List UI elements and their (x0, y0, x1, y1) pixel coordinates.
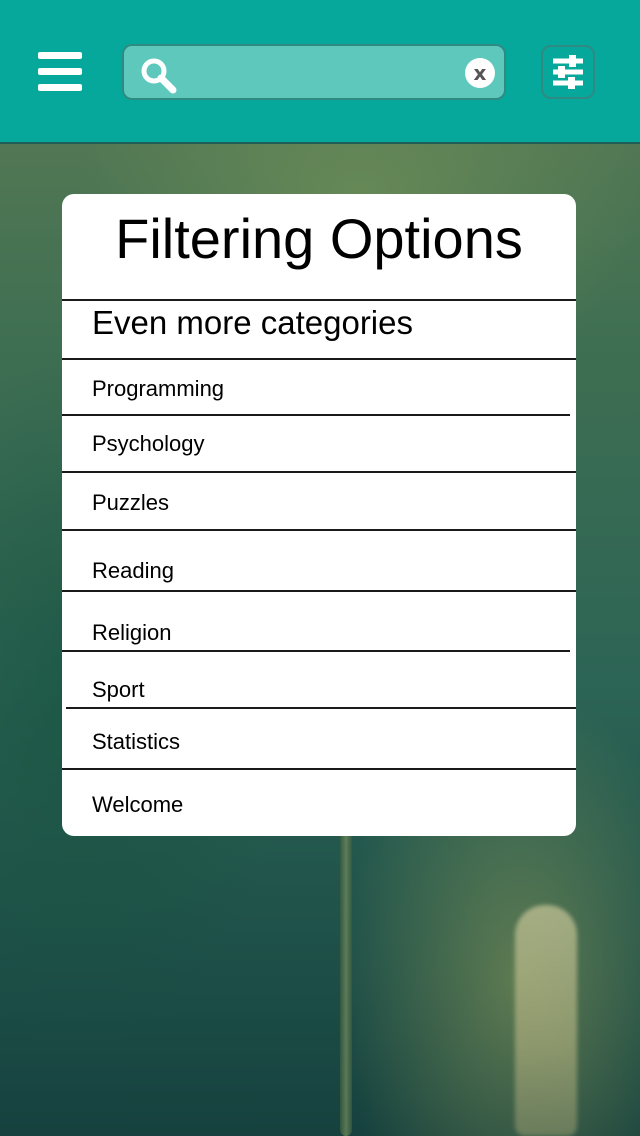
background-grass-seedhead (515, 905, 577, 1136)
clear-search-button[interactable]: x (465, 58, 495, 88)
divider (62, 358, 576, 360)
filtering-options-panel: Filtering Options Even more categories P… (62, 194, 576, 836)
category-item-puzzles[interactable]: Puzzles (92, 490, 169, 516)
divider (62, 768, 576, 770)
menu-button[interactable] (38, 52, 82, 92)
search-bar: x (122, 44, 506, 100)
category-item-reading[interactable]: Reading (92, 558, 174, 584)
divider (62, 529, 576, 531)
search-input[interactable] (186, 54, 460, 92)
search-icon (141, 58, 177, 94)
divider (66, 707, 576, 709)
divider (62, 471, 576, 473)
sliders-icon (553, 55, 583, 89)
category-item-welcome[interactable]: Welcome (92, 792, 183, 818)
filter-settings-button[interactable] (541, 45, 595, 99)
background-grass-stem (340, 830, 352, 1136)
divider (62, 414, 570, 416)
divider (62, 590, 576, 592)
category-item-statistics[interactable]: Statistics (92, 729, 180, 755)
category-item-programming[interactable]: Programming (92, 376, 224, 402)
category-item-psychology[interactable]: Psychology (92, 431, 205, 457)
section-header: Even more categories (92, 304, 413, 341)
divider (62, 650, 570, 652)
top-bar: x (0, 0, 640, 144)
divider (62, 299, 576, 301)
clear-icon: x (473, 61, 487, 85)
category-item-religion[interactable]: Religion (92, 620, 172, 646)
category-item-sport[interactable]: Sport (92, 677, 145, 703)
panel-title: Filtering Options (115, 207, 523, 270)
